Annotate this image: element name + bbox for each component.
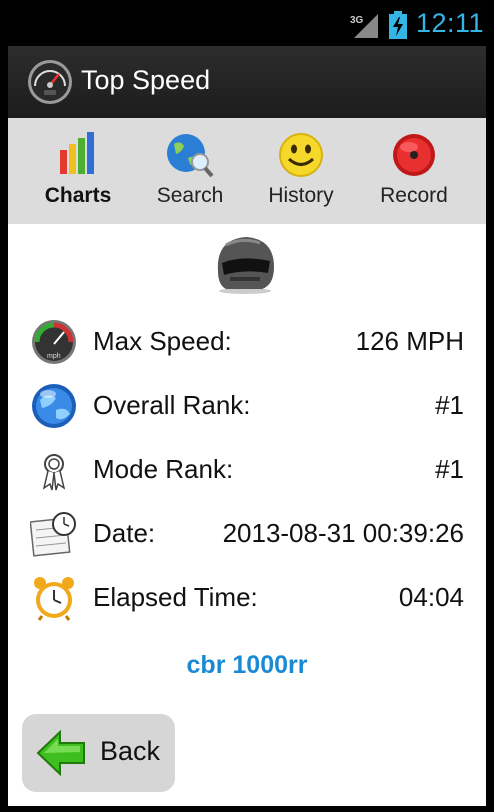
globe-search-icon [167, 134, 214, 178]
overall-rank-value: #1 [435, 390, 464, 420]
smiley-icon [279, 133, 323, 177]
status-bar: 3G 12:11 [0, 0, 494, 46]
max-speed-label: Max Speed: [93, 326, 232, 356]
max-speed-value: 126 MPH [355, 326, 464, 356]
status-clock: 12:11 [416, 8, 485, 38]
date-value: 2013-08-31 00:39:26 [222, 518, 464, 548]
app-window: Top Speed Charts Search History Record m… [8, 46, 486, 806]
vehicle-name[interactable]: cbr 1000rr [8, 651, 486, 680]
alarm-clock-icon [34, 577, 74, 621]
back-button-label: Back [100, 736, 161, 766]
speedometer-icon[interactable] [26, 58, 74, 106]
signal-3g-icon: 3G [350, 14, 378, 38]
record-icon [393, 134, 435, 176]
helmet-icon [217, 237, 274, 294]
mode-rank-value: #1 [435, 454, 464, 484]
globe-icon [32, 384, 76, 428]
date-label: Date: [93, 518, 156, 548]
tab-history[interactable]: History [246, 118, 356, 224]
elapsed-time-label: Elapsed Time: [93, 582, 258, 612]
ribbon-icon [42, 454, 66, 491]
stat-row-max-speed: mph Max Speed: 126 MPH [8, 314, 486, 370]
tab-charts-label: Charts [44, 184, 112, 207]
toolbar: Charts Search History Record [8, 118, 486, 224]
back-button[interactable]: Back [22, 714, 175, 792]
tab-search-label: Search [156, 184, 224, 207]
mode-rank-label: Mode Rank: [93, 454, 234, 484]
stat-row-overall-rank: Overall Rank: #1 [8, 378, 486, 434]
tab-charts[interactable]: Charts [23, 118, 133, 224]
overall-rank-label: Overall Rank: [93, 390, 251, 420]
svg-text:mph: mph [47, 353, 61, 360]
stat-row-date: Date: 2013-08-31 00:39:26 [8, 506, 486, 562]
app-title: Top Speed [81, 65, 211, 95]
svg-text:3G: 3G [350, 15, 364, 26]
tab-search[interactable]: Search [135, 118, 245, 224]
battery-charging-icon [389, 11, 407, 39]
action-bar: Top Speed [8, 46, 486, 118]
tab-record[interactable]: Record [359, 118, 469, 224]
tab-record-label: Record [380, 184, 448, 207]
speedometer-icon: mph [32, 320, 76, 364]
bar-chart-icon [60, 132, 94, 174]
stat-row-mode-rank: Mode Rank: #1 [8, 442, 486, 498]
stat-row-elapsed-time: Elapsed Time: 04:04 [8, 570, 486, 626]
elapsed-time-value: 04:04 [398, 582, 464, 612]
green-arrow-left-icon [36, 730, 85, 776]
tab-history-label: History [268, 184, 334, 207]
calendar-clock-icon [30, 512, 76, 557]
